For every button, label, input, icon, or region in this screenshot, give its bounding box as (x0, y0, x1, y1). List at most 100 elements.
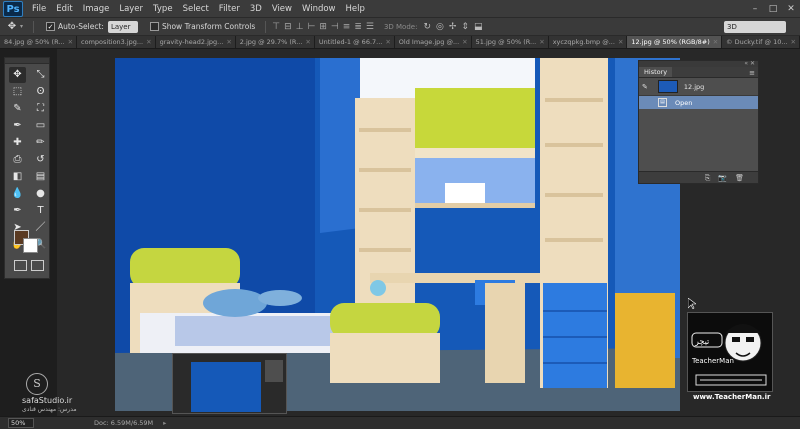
align-middle-icon[interactable]: ⊟ (284, 22, 292, 32)
3d-mode-label: 3D Mode: (383, 22, 418, 31)
distribute-bottom-icon[interactable]: ☰ (366, 22, 374, 32)
zoom-level-field[interactable]: 50% (8, 418, 34, 428)
menu-layer[interactable]: Layer (114, 4, 148, 14)
panel-menu-icon[interactable]: ≡ (749, 69, 755, 77)
close-tab-icon[interactable]: ✕ (462, 38, 467, 46)
menu-filter[interactable]: Filter (214, 4, 245, 14)
tool-preset-dropdown-icon[interactable]: ▾ (20, 23, 23, 30)
align-center-icon[interactable]: ⊞ (319, 22, 327, 32)
document-tab[interactable]: 12.jpg @ 50% (RGB/8#) ✕ (627, 36, 723, 48)
close-button[interactable]: ✕ (782, 0, 800, 18)
artboard-tool-icon[interactable]: ⤡ (32, 67, 49, 83)
eraser-tool-icon[interactable]: ◧ (9, 169, 26, 185)
move-tool-icon[interactable]: ✥ (9, 67, 26, 83)
document-tab[interactable]: 51.jpg @ 50% (R... ✕ (471, 36, 549, 48)
document-tab-bar: 84.jpg @ 50% (R... ✕ composition3.jpg... ✕ g… (0, 36, 800, 49)
rotate-3d-icon[interactable]: ↻ (423, 22, 431, 32)
screenshot-thumbnail (172, 353, 287, 414)
drag-3d-icon[interactable]: ✢ (449, 22, 457, 32)
screen-mode-icon[interactable] (31, 260, 44, 271)
auto-select-dropdown[interactable]: Layer (107, 20, 138, 33)
align-left-icon[interactable]: ⊢ (308, 22, 316, 32)
type-tool-icon[interactable]: T (32, 203, 49, 219)
tab-history[interactable]: History (639, 67, 673, 77)
history-states: ▤ Open (639, 96, 758, 109)
close-tab-icon[interactable]: ✕ (713, 38, 718, 46)
quick-select-tool-icon[interactable]: ✎ (9, 101, 26, 117)
eyedropper-tool-icon[interactable]: ✒ (9, 118, 26, 134)
history-snapshot[interactable]: ✎ 12.jpg (639, 78, 758, 96)
status-menu-arrow-icon[interactable]: ▸ (163, 419, 166, 427)
document-tab[interactable]: xyczqpkg.bmp @... ✕ (548, 36, 628, 48)
menu-select[interactable]: Select (178, 4, 214, 14)
document-tab[interactable]: Untitled-1 @ 66.7... ✕ (314, 36, 395, 48)
background-color-swatch[interactable] (23, 238, 38, 253)
minimize-button[interactable]: – (746, 0, 764, 18)
document-tab[interactable]: gravity-head2.jpg... ✕ (155, 36, 236, 48)
menu-view[interactable]: View (267, 4, 297, 14)
menu-3d[interactable]: 3D (245, 4, 267, 14)
quick-mask-icon[interactable] (14, 260, 27, 271)
auto-select-checkbox[interactable]: ✓ (46, 22, 56, 31)
menu-image[interactable]: Image (78, 4, 115, 14)
brush-tool-icon[interactable]: ✏ (32, 135, 49, 151)
history-footer: ⎘ 📷 🗑 (639, 171, 758, 183)
document-tab[interactable]: 2.jpg @ 29.7% (R... ✕ (235, 36, 315, 48)
history-brush-tool-icon[interactable]: ↺ (32, 152, 49, 168)
history-tab-row: History ≡ (639, 67, 758, 78)
svg-text:TeacherMan: TeacherMan (691, 357, 734, 365)
document-tab[interactable]: 84.jpg @ 50% (R... ✕ (0, 36, 78, 48)
document-tab[interactable]: © Ducky.tif @ 10... ✕ (722, 36, 800, 48)
history-state[interactable]: ▤ Open (639, 96, 758, 109)
distribute-top-icon[interactable]: ≡ (343, 22, 351, 32)
new-document-from-state-icon[interactable]: ⎘ (705, 172, 711, 183)
document-tab-label: 84.jpg @ 50% (R... (4, 38, 65, 46)
close-tab-icon[interactable]: ✕ (146, 38, 151, 46)
maximize-button[interactable]: □ (764, 0, 782, 18)
open-state-icon: ▤ (658, 98, 667, 107)
align-bottom-icon[interactable]: ⊥ (296, 22, 304, 32)
roll-3d-icon[interactable]: ◎ (436, 22, 444, 32)
menu-file[interactable]: File (27, 4, 51, 14)
line-tool-icon[interactable]: ／ (32, 220, 49, 236)
slide-3d-icon[interactable]: ⇕ (461, 22, 469, 32)
close-tab-icon[interactable]: ✕ (68, 38, 73, 46)
healing-tool-icon[interactable]: ✚ (9, 135, 26, 151)
marquee-tool-icon[interactable]: ⬚ (9, 84, 26, 100)
close-tab-icon[interactable]: ✕ (226, 38, 231, 46)
teacherman-logo: تیچر TeacherMan (687, 312, 773, 392)
document-tab[interactable]: Old Image.jpg @... ✕ (394, 36, 472, 48)
blur-tool-icon[interactable]: 💧 (9, 186, 26, 202)
document-tab[interactable]: composition3.jpg... ✕ (77, 36, 156, 48)
lasso-tool-icon[interactable]: ʘ (32, 84, 49, 100)
history-brush-source-icon[interactable]: ✎ (642, 83, 648, 91)
menu-edit[interactable]: Edit (51, 4, 77, 14)
gradient-tool-icon[interactable]: ▤ (32, 169, 49, 185)
close-tab-icon[interactable]: ✕ (305, 38, 310, 46)
scale-3d-icon[interactable]: ⬓ (474, 22, 483, 32)
new-snapshot-icon[interactable]: 📷 (718, 172, 727, 183)
delete-state-icon[interactable]: 🗑 (735, 172, 744, 183)
distribute-middle-icon[interactable]: ≣ (354, 22, 362, 32)
close-tab-icon[interactable]: ✕ (791, 38, 796, 46)
workspace-dropdown[interactable]: 3D (724, 20, 786, 33)
align-right-icon[interactable]: ⊣ (331, 22, 339, 32)
frame-tool-icon[interactable]: ▭ (32, 118, 49, 134)
move-tool-icon[interactable]: ✥ (4, 20, 20, 34)
tools-panel: ✥⤡⬚ʘ✎⛶✒▭✚✏⎙↺◧▤💧●✒T➤／✋🔍 (4, 57, 50, 279)
close-tab-icon[interactable]: ✕ (618, 38, 623, 46)
align-top-icon[interactable]: ⊤ (272, 22, 280, 32)
menu-window[interactable]: Window (297, 4, 341, 14)
dodge-tool-icon[interactable]: ● (32, 186, 49, 202)
stamp-tool-icon[interactable]: ⎙ (9, 152, 26, 168)
crop-tool-icon[interactable]: ⛶ (32, 101, 49, 117)
pen-tool-icon[interactable]: ✒ (9, 203, 26, 219)
history-state-label: Open (675, 98, 693, 107)
align-buttons: ⊤ ⊟ ⊥ ⊢ ⊞ ⊣ ≡ ≣ ☰ (272, 22, 374, 32)
close-tab-icon[interactable]: ✕ (385, 38, 390, 46)
transform-controls-checkbox[interactable] (149, 22, 159, 31)
menu-type[interactable]: Type (148, 4, 178, 14)
menu-help[interactable]: Help (341, 4, 370, 14)
status-bar: 50% Doc: 6.59M/6.59M ▸ (0, 416, 800, 429)
close-tab-icon[interactable]: ✕ (539, 38, 544, 46)
